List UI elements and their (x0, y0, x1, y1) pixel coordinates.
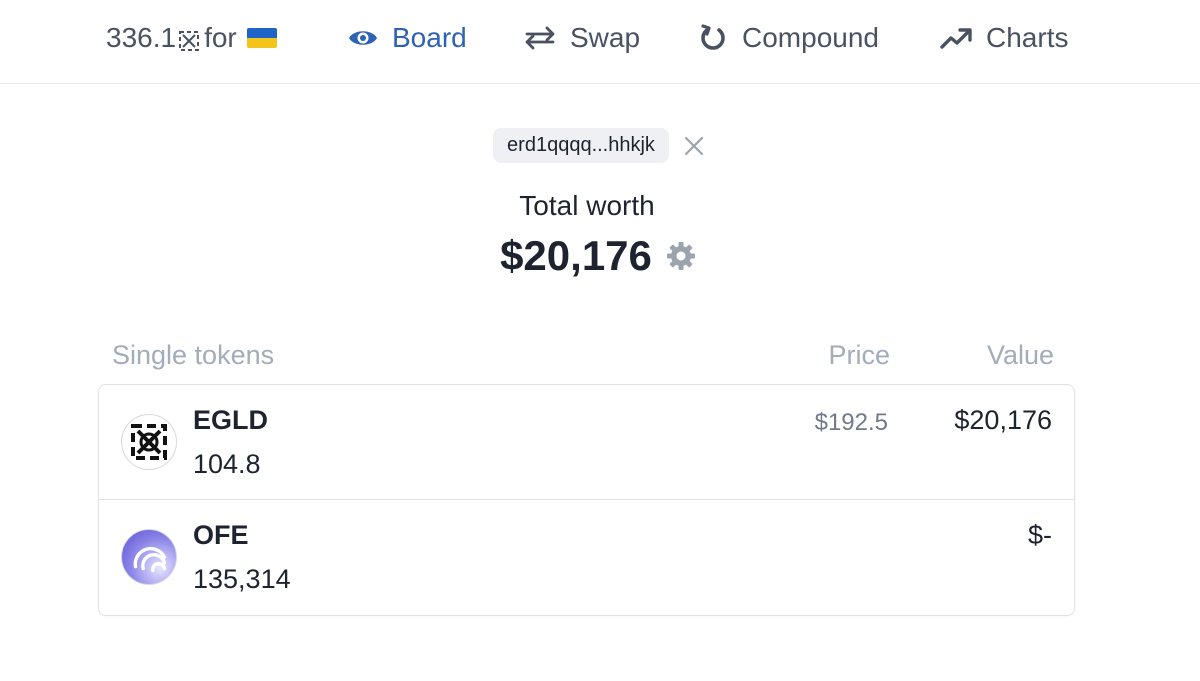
total-worth-value: $20,176 (500, 232, 652, 279)
brand-suffix: for (204, 22, 237, 53)
eye-icon (348, 27, 378, 49)
token-symbol: EGLD (193, 405, 269, 435)
token-price: $192.5 (814, 409, 888, 436)
swap-arrows-icon (524, 26, 556, 50)
total-worth-label: Total worth (519, 190, 655, 221)
column-header-price: Price (828, 340, 890, 370)
token-row-ofe[interactable]: OFE 135,314 $- (99, 500, 1074, 615)
brand-prefix: 336.1 (106, 22, 177, 53)
nav-compound-label: Compound (742, 22, 879, 53)
column-header-single-tokens: Single tokens (112, 340, 275, 370)
refresh-icon (698, 23, 728, 53)
brand-link[interactable]: 336.1 for (106, 18, 277, 58)
column-header-value: Value (986, 340, 1054, 370)
token-amount: 104.8 (193, 449, 261, 479)
nav-charts[interactable]: Charts (940, 18, 1068, 58)
token-symbol: OFE (193, 520, 249, 550)
total-worth-row: $20,176 (0, 232, 1200, 280)
wallet-address-bar: erd1qqqq...hhkjk (0, 128, 1200, 163)
wallet-address-chip[interactable]: erd1qqqq...hhkjk (493, 128, 669, 163)
token-table: EGLD 104.8 $192.5 $20,176 OFE 135,314 $- (98, 384, 1075, 616)
trending-up-icon (940, 26, 972, 50)
egld-icon (178, 27, 200, 51)
top-navigation: 336.1 for Board Swap Compound Charts (0, 0, 1200, 84)
token-value: $- (1027, 520, 1052, 550)
nav-board[interactable]: Board (348, 18, 467, 58)
nav-board-label: Board (392, 22, 467, 53)
token-row-egld[interactable]: EGLD 104.8 $192.5 $20,176 (99, 385, 1074, 500)
nav-swap[interactable]: Swap (524, 18, 640, 58)
ukraine-flag-icon (246, 28, 277, 48)
close-icon[interactable] (677, 129, 711, 163)
token-amount: 135,314 (193, 564, 291, 594)
gear-icon[interactable] (666, 241, 696, 271)
egld-logo-icon (121, 414, 177, 470)
ofe-logo-icon (121, 529, 177, 585)
nav-swap-label: Swap (570, 22, 641, 53)
nav-charts-label: Charts (986, 22, 1069, 53)
token-value: $20,176 (954, 405, 1052, 435)
nav-compound[interactable]: Compound (698, 18, 879, 58)
